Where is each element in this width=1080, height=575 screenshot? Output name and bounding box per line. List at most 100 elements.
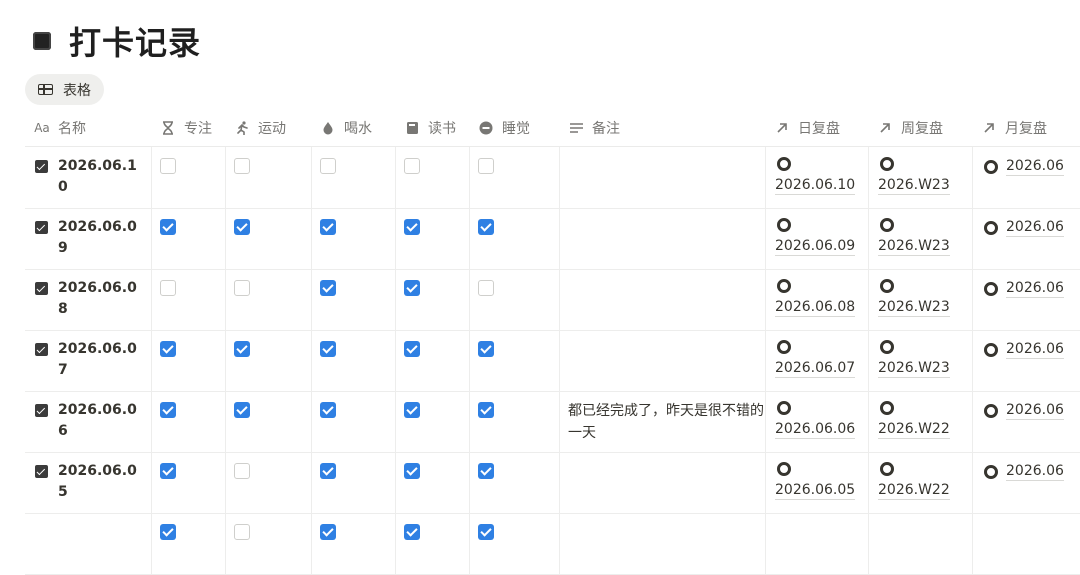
cell-focus[interactable]	[151, 269, 225, 330]
cell-exercise[interactable]	[225, 330, 311, 391]
cell-week-review[interactable]: 2026.W23	[868, 269, 972, 330]
checkbox-water[interactable]	[320, 219, 336, 235]
view-tab-table[interactable]: 表格	[25, 74, 104, 105]
cell-reading[interactable]	[395, 269, 469, 330]
cell-name[interactable]: 2026.06.05	[25, 452, 151, 513]
row-name[interactable]: 2026.06.09	[58, 217, 140, 259]
checkbox-sleep[interactable]	[478, 158, 494, 174]
cell-day-review[interactable]: 2026.06.10	[765, 147, 868, 208]
cell-week-review[interactable]: 2026.W22	[868, 391, 972, 452]
checkbox-reading[interactable]	[404, 524, 420, 540]
cell-month-review[interactable]: 2026.06	[972, 391, 1080, 452]
cell-note[interactable]: 都已经完成了，昨天是很不错的一天	[559, 391, 765, 452]
cell-sleep[interactable]	[469, 269, 559, 330]
column-header-reading[interactable]: 读书	[404, 110, 470, 146]
cell-focus[interactable]	[151, 513, 225, 574]
cell-week-review[interactable]: 2026.W23	[868, 330, 972, 391]
row-name[interactable]: 2026.06.06	[58, 400, 140, 442]
checkbox-sleep[interactable]	[478, 219, 494, 235]
cell-exercise[interactable]	[225, 391, 311, 452]
cell-relation[interactable]	[765, 513, 868, 574]
cell-reading[interactable]	[395, 147, 469, 208]
checkbox-reading[interactable]	[404, 280, 420, 296]
checkbox-focus[interactable]	[160, 158, 176, 174]
cell-water[interactable]	[311, 513, 395, 574]
column-header-week[interactable]: 周复盘	[877, 110, 971, 146]
cell-exercise[interactable]	[225, 147, 311, 208]
cell-water[interactable]	[311, 391, 395, 452]
row-name[interactable]: 2026.06.05	[58, 461, 140, 503]
done-checkbox[interactable]	[35, 343, 48, 356]
checkbox-focus[interactable]	[160, 219, 176, 235]
cell-focus[interactable]	[151, 147, 225, 208]
checkbox-exercise[interactable]	[234, 280, 250, 296]
cell-day-review[interactable]: 2026.06.08	[765, 269, 868, 330]
cell-focus[interactable]	[151, 330, 225, 391]
checkbox-reading[interactable]	[404, 158, 420, 174]
cell-sleep[interactable]	[469, 208, 559, 269]
cell-note[interactable]	[559, 147, 765, 208]
cell-exercise[interactable]	[225, 208, 311, 269]
row-name[interactable]: 2026.06.08	[58, 278, 140, 320]
cell-week-review[interactable]: 2026.W23	[868, 208, 972, 269]
cell-month-review[interactable]: 2026.06	[972, 330, 1080, 391]
done-checkbox[interactable]	[35, 221, 48, 234]
relation-link[interactable]: 2026.06	[984, 340, 1064, 359]
row-name[interactable]: 2026.06.07	[58, 339, 140, 381]
checkbox-reading[interactable]	[404, 402, 420, 418]
column-header-water[interactable]: 喝水	[320, 110, 394, 146]
cell-month-review[interactable]: 2026.06	[972, 452, 1080, 513]
cell-water[interactable]	[311, 269, 395, 330]
checkbox-exercise[interactable]	[234, 158, 250, 174]
done-checkbox[interactable]	[35, 465, 48, 478]
checkbox-focus[interactable]	[160, 402, 176, 418]
checkbox-sleep[interactable]	[478, 280, 494, 296]
checkbox-water[interactable]	[320, 524, 336, 540]
column-header-month[interactable]: 月复盘	[981, 110, 1080, 146]
cell-sleep[interactable]	[469, 330, 559, 391]
cell-note[interactable]	[559, 452, 765, 513]
checkbox-sleep[interactable]	[478, 402, 494, 418]
cell-relation[interactable]	[868, 513, 972, 574]
cell-water[interactable]	[311, 147, 395, 208]
checkbox-exercise[interactable]	[234, 463, 250, 479]
cell-reading[interactable]	[395, 452, 469, 513]
done-checkbox[interactable]	[35, 404, 48, 417]
checkbox-water[interactable]	[320, 463, 336, 479]
cell-sleep[interactable]	[469, 391, 559, 452]
checkbox-focus[interactable]	[160, 524, 176, 540]
relation-link[interactable]: 2026.06	[984, 218, 1064, 237]
cell-name[interactable]: 2026.06.07	[25, 330, 151, 391]
cell-month-review[interactable]: 2026.06	[972, 208, 1080, 269]
checkbox-reading[interactable]	[404, 463, 420, 479]
cell-week-review[interactable]: 2026.W22	[868, 452, 972, 513]
cell-water[interactable]	[311, 330, 395, 391]
cell-name[interactable]: 2026.06.09	[25, 208, 151, 269]
cell-day-review[interactable]: 2026.06.09	[765, 208, 868, 269]
cell-reading[interactable]	[395, 208, 469, 269]
cell-name[interactable]: 2026.06.10	[25, 147, 151, 208]
cell-exercise[interactable]	[225, 269, 311, 330]
checkbox-sleep[interactable]	[478, 463, 494, 479]
cell-focus[interactable]	[151, 452, 225, 513]
relation-link[interactable]: 2026.06	[984, 279, 1064, 298]
cell-water[interactable]	[311, 208, 395, 269]
checkbox-focus[interactable]	[160, 280, 176, 296]
checkbox-reading[interactable]	[404, 219, 420, 235]
cell-focus[interactable]	[151, 208, 225, 269]
checkbox-focus[interactable]	[160, 341, 176, 357]
cell-exercise[interactable]	[225, 513, 311, 574]
cell-note[interactable]	[559, 208, 765, 269]
cell-name[interactable]	[25, 513, 151, 574]
cell-water[interactable]	[311, 452, 395, 513]
checkbox-sleep[interactable]	[478, 524, 494, 540]
cell-note[interactable]	[559, 269, 765, 330]
cell-day-review[interactable]: 2026.06.06	[765, 391, 868, 452]
cell-focus[interactable]	[151, 391, 225, 452]
column-header-name[interactable]: Aa 名称	[33, 110, 151, 146]
relation-link[interactable]: 2026.06	[984, 157, 1064, 176]
checkbox-water[interactable]	[320, 158, 336, 174]
column-header-focus[interactable]: 专注	[160, 110, 224, 146]
checkbox-water[interactable]	[320, 280, 336, 296]
checkbox-exercise[interactable]	[234, 219, 250, 235]
